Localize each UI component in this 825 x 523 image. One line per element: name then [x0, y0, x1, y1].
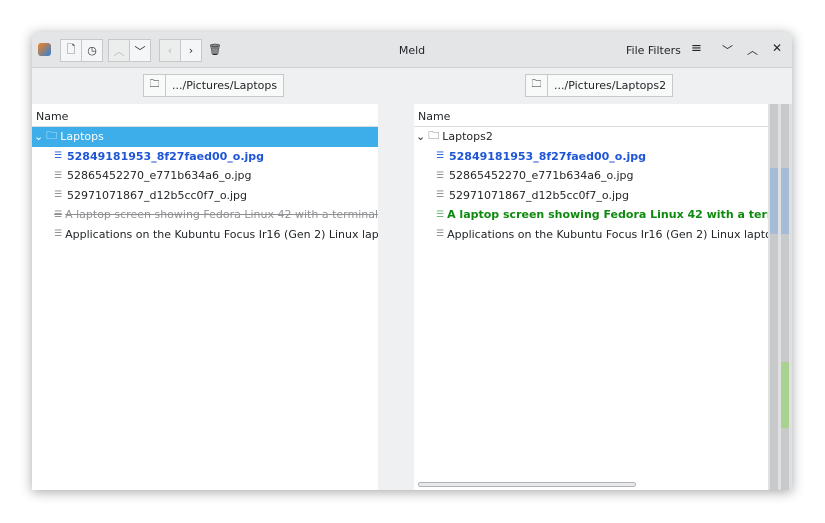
title-bar: 🗋 ◷ ︿ ﹀ ‹ › 🗑 Meld File Filters ≡ ﹀ ︿ ✕	[32, 32, 792, 68]
folder-icon: 🗀	[526, 75, 548, 96]
file-name: 52971071867_d12b5cc0f7_o.jpg	[449, 188, 629, 202]
file-row[interactable]: ☰ A laptop screen showing Fedora Linux 42…	[414, 205, 768, 225]
file-row[interactable]: ☰ 52971071867_d12b5cc0f7_o.jpg	[414, 186, 768, 206]
file-icon: ☰	[436, 151, 445, 162]
name-column-header[interactable]: Name	[414, 104, 768, 127]
file-row[interactable]: ☰ 52865452270_e771b634a6_o.jpg	[32, 166, 378, 186]
folder-row[interactable]: ⌄ 🗀 Laptops2	[414, 127, 768, 147]
file-icon: ☰	[436, 190, 445, 201]
file-name: 52865452270_e771b634a6_o.jpg	[449, 169, 634, 183]
file-icon: ☰	[436, 209, 445, 220]
expander-icon[interactable]: ⌄	[34, 130, 43, 143]
name-column-header[interactable]: Name	[32, 104, 378, 127]
diff-map[interactable]	[768, 104, 792, 490]
file-name: 52865452270_e771b634a6_o.jpg	[67, 169, 252, 183]
file-name: Applications on the Kubuntu Focus Ir16 (…	[65, 227, 378, 241]
folder-icon: 🗀	[46, 129, 58, 143]
file-name: A laptop screen showing Fedora Linux 42 …	[447, 208, 768, 222]
expander-icon[interactable]: ⌄	[416, 130, 425, 143]
file-row[interactable]: ☰ 52971071867_d12b5cc0f7_o.jpg	[32, 186, 378, 206]
right-path-chooser[interactable]: 🗀 .../Pictures/Laptops2	[525, 74, 674, 97]
minimize-icon[interactable]: ﹀	[722, 42, 733, 58]
file-icon: ☰	[54, 151, 63, 162]
meld-window: 🗋 ◷ ︿ ﹀ ‹ › 🗑 Meld File Filters ≡ ﹀ ︿ ✕ …	[32, 32, 792, 490]
file-row[interactable]: ☰ 52849181953_8f27faed00_o.jpg	[32, 147, 378, 167]
file-name: 52971071867_d12b5cc0f7_o.jpg	[67, 188, 247, 202]
hamburger-menu-icon[interactable]: ≡	[691, 41, 702, 56]
folder-icon: 🗀	[144, 75, 166, 96]
file-row[interactable]: ☰ Applications on the Kubuntu Focus Ir16 …	[414, 225, 768, 245]
file-icon: ☰	[54, 190, 63, 201]
file-name: 52849181953_8f27faed00_o.jpg	[67, 149, 265, 163]
file-name: Applications on the Kubuntu Focus Ir16 (…	[447, 227, 768, 241]
file-icon: ☰	[54, 209, 63, 220]
file-icon: ☰	[54, 229, 63, 240]
file-icon: ☰	[436, 170, 445, 181]
file-row[interactable]: ☰ Applications on the Kubuntu Focus Ir16 …	[32, 225, 378, 245]
horizontal-scrollbar[interactable]	[418, 482, 636, 487]
diff-gutter	[378, 104, 414, 490]
file-filters-button[interactable]: File Filters	[626, 44, 681, 57]
left-pane: Name ⌄ 🗀 Laptops ☰ 52849181953_8f27faed00_o…	[32, 104, 378, 490]
close-icon[interactable]: ✕	[772, 41, 782, 55]
folder-row[interactable]: ⌄ 🗀 Laptops	[32, 127, 378, 147]
file-name: A laptop screen showing Fedora Linux 42 …	[65, 208, 378, 222]
path-bar: 🗀 .../Pictures/Laptops 🗀 .../Pictures/Lapt…	[32, 68, 792, 104]
file-row[interactable]: ☰ 52849181953_8f27faed00_o.jpg	[414, 147, 768, 167]
file-row[interactable]: ☰ A laptop screen showing Fedora Linux 42…	[32, 205, 378, 225]
maximize-icon[interactable]: ︿	[747, 42, 758, 58]
folder-icon: 🗀	[428, 129, 440, 143]
file-row[interactable]: ☰ 52865452270_e771b634a6_o.jpg	[414, 166, 768, 186]
file-icon: ☰	[54, 170, 63, 181]
file-name: 52849181953_8f27faed00_o.jpg	[449, 149, 647, 163]
left-path-chooser[interactable]: 🗀 .../Pictures/Laptops	[143, 74, 285, 97]
file-icon: ☰	[436, 229, 445, 240]
right-pane: Name ⌄ 🗀 Laptops2 ☰ 52849181953_8f27faed00_…	[414, 104, 768, 490]
